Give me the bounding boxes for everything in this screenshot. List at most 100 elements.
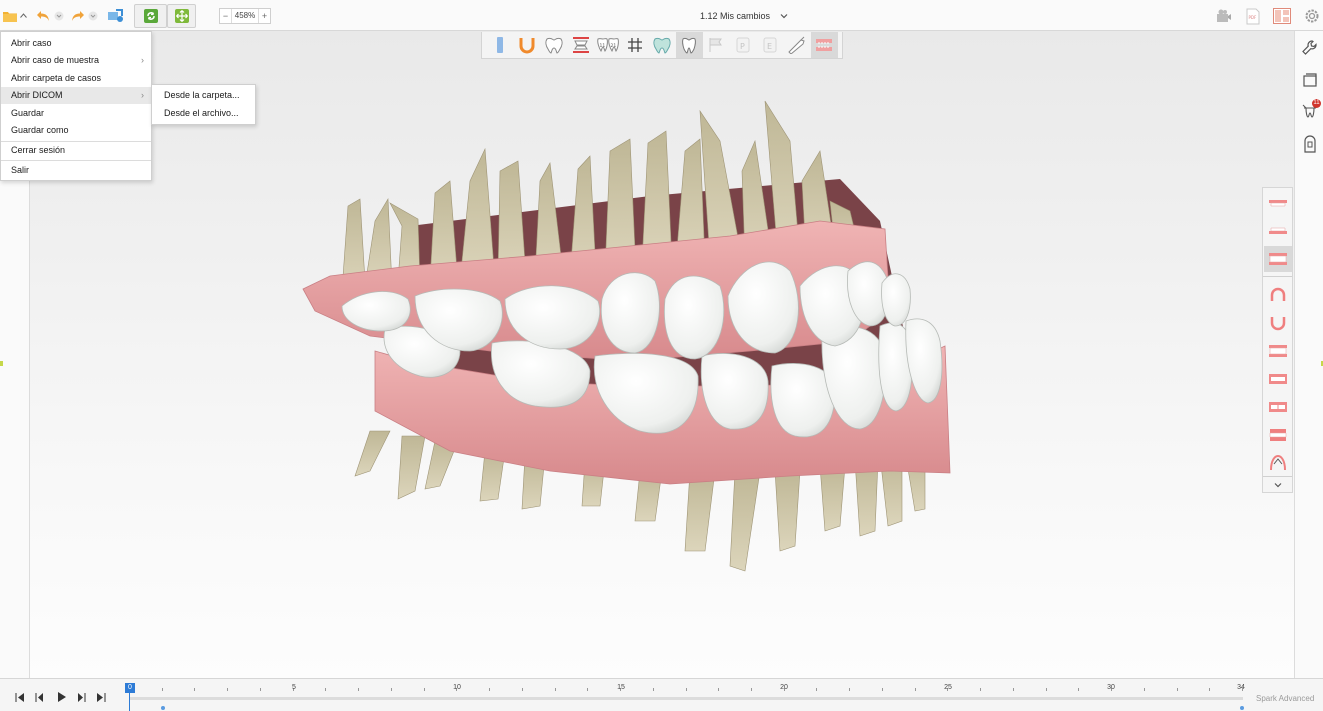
menu-item-guardar[interactable]: Guardar bbox=[1, 105, 151, 122]
menu-item-label: Salir bbox=[11, 165, 30, 175]
e-label: E bbox=[767, 42, 772, 51]
timeline-tick bbox=[980, 688, 982, 691]
menu-item-desde-archivo[interactable]: Desde el archivo... bbox=[152, 105, 255, 122]
menu-item-salir[interactable]: Salir bbox=[1, 162, 151, 179]
arch-icon[interactable] bbox=[513, 32, 540, 58]
molar-icon[interactable] bbox=[540, 32, 567, 58]
timeline-bar: 5 10 15 20 25 30 34 0 Spark Advanced bbox=[0, 678, 1323, 711]
timeline-tick bbox=[1078, 688, 1080, 691]
step-back-icon[interactable] bbox=[33, 691, 45, 703]
timeline-tick bbox=[521, 688, 523, 691]
zoom-in-button[interactable]: + bbox=[259, 11, 270, 21]
timeline-tick bbox=[881, 688, 883, 691]
occlusion-icon[interactable] bbox=[567, 32, 594, 58]
panel-divider bbox=[1263, 276, 1292, 277]
flag-icon[interactable] bbox=[703, 32, 730, 58]
dental-model[interactable] bbox=[30, 31, 1294, 678]
occlusal-view-icon[interactable] bbox=[1264, 450, 1292, 476]
chevron-down-icon bbox=[780, 14, 788, 19]
menu-item-label: Abrir DICOM bbox=[11, 90, 63, 100]
right-view-icon[interactable] bbox=[1264, 394, 1292, 420]
left-view-icon[interactable] bbox=[1264, 366, 1292, 392]
tooth-notes-icon[interactable]: 11 bbox=[1301, 99, 1321, 121]
layout-icon[interactable] bbox=[1272, 6, 1292, 26]
stage-marker[interactable] bbox=[161, 706, 165, 710]
zoom-out-button[interactable]: − bbox=[220, 11, 231, 21]
timeline-tick bbox=[1209, 688, 1211, 691]
timeline-label: 25 bbox=[944, 684, 952, 691]
both-jaws-icon[interactable] bbox=[1264, 246, 1292, 272]
timeline-tick bbox=[1143, 688, 1145, 691]
sync-icon[interactable] bbox=[106, 5, 126, 26]
refresh-model-button[interactable] bbox=[134, 4, 167, 28]
attachment-icon[interactable] bbox=[1301, 135, 1319, 153]
chevron-right-icon: › bbox=[141, 55, 144, 65]
tooth-icon[interactable] bbox=[675, 32, 703, 58]
transparency-icon[interactable] bbox=[648, 32, 675, 58]
skip-to-start-icon[interactable] bbox=[14, 691, 26, 703]
camera-icon[interactable] bbox=[1214, 6, 1234, 26]
zoom-value[interactable]: 458% bbox=[231, 9, 259, 23]
timeline-track[interactable] bbox=[129, 697, 1243, 700]
p-label: P bbox=[740, 42, 745, 51]
timeline-tick bbox=[1045, 688, 1047, 691]
redo-icon[interactable] bbox=[69, 5, 85, 26]
timeline-tick bbox=[1012, 688, 1014, 691]
pdf-icon[interactable]: PDF bbox=[1243, 6, 1263, 26]
grid-icon[interactable] bbox=[621, 32, 648, 58]
step-forward-icon[interactable] bbox=[76, 691, 88, 703]
settings-gear-icon[interactable] bbox=[1302, 6, 1322, 26]
center-model-button[interactable] bbox=[167, 4, 196, 28]
upper-jaw-icon[interactable] bbox=[1264, 190, 1292, 216]
jaw-view-panel bbox=[1262, 187, 1293, 493]
menu-item-abrir-caso[interactable]: Abrir caso bbox=[1, 35, 151, 52]
instrument-icon[interactable] bbox=[784, 32, 811, 58]
timeline-tick bbox=[718, 688, 720, 691]
undo-icon[interactable] bbox=[35, 5, 51, 26]
menu-item-cerrar-sesion[interactable]: Cerrar sesión bbox=[1, 142, 151, 159]
menu-item-label: Abrir caso bbox=[11, 38, 52, 48]
lower-jaw-icon[interactable] bbox=[1264, 218, 1292, 244]
pontic-icon[interactable]: P bbox=[730, 32, 757, 58]
tooth-color-icon[interactable] bbox=[486, 32, 513, 58]
menu-item-abrir-caso-muestra[interactable]: Abrir caso de muestra › bbox=[1, 52, 151, 69]
redo-dropdown-icon[interactable] bbox=[87, 5, 99, 26]
timeline-current-stage[interactable]: 0 bbox=[125, 683, 135, 693]
back-view-icon[interactable] bbox=[1264, 422, 1292, 448]
menu-item-label: Abrir caso de muestra bbox=[11, 55, 100, 65]
timeline-tick bbox=[849, 688, 851, 691]
lower-arch-icon[interactable] bbox=[1264, 310, 1292, 336]
menu-item-abrir-dicom[interactable]: Abrir DICOM › bbox=[1, 87, 151, 104]
timeline-label: 30 bbox=[1107, 684, 1115, 691]
menu-item-desde-carpeta[interactable]: Desde la carpeta... bbox=[152, 87, 255, 104]
3d-viewport[interactable] bbox=[30, 31, 1294, 678]
case-selector[interactable]: 1.12 Mis cambios bbox=[700, 11, 788, 21]
menu-item-abrir-carpeta[interactable]: Abrir carpeta de casos bbox=[1, 70, 151, 87]
chevron-up-icon[interactable] bbox=[19, 5, 27, 26]
move-arrows-icon bbox=[174, 9, 189, 23]
timeline-tick bbox=[554, 688, 556, 691]
skip-to-end-icon[interactable] bbox=[95, 691, 107, 703]
menu-item-label: Desde la carpeta... bbox=[164, 90, 240, 100]
menu-item-guardar-como[interactable]: Guardar como bbox=[1, 122, 151, 139]
menu-item-label: Abrir carpeta de casos bbox=[11, 73, 102, 83]
notification-badge: 11 bbox=[1312, 99, 1321, 108]
upper-arch-icon[interactable] bbox=[1264, 282, 1292, 308]
timeline-label: 20 bbox=[780, 684, 788, 691]
play-icon[interactable] bbox=[55, 691, 67, 703]
stage-marker[interactable] bbox=[1240, 706, 1244, 710]
wrench-icon[interactable] bbox=[1301, 39, 1319, 57]
tooth-numbering-icon[interactable]: 11 21 bbox=[594, 32, 621, 58]
cases-icon[interactable] bbox=[1301, 71, 1319, 89]
extraction-icon[interactable]: E bbox=[757, 32, 784, 58]
folder-icon[interactable] bbox=[3, 5, 17, 26]
timeline-tick bbox=[685, 688, 687, 691]
menu-item-label: Guardar como bbox=[11, 125, 69, 135]
undo-dropdown-icon[interactable] bbox=[53, 5, 65, 26]
jaw-view-icon[interactable] bbox=[810, 32, 839, 58]
chevron-down-icon[interactable] bbox=[1264, 477, 1292, 493]
dicom-submenu: Desde la carpeta... Desde el archivo... bbox=[151, 84, 256, 125]
timeline-tick bbox=[587, 688, 589, 691]
product-name: Spark Advanced bbox=[1256, 694, 1315, 703]
front-view-icon[interactable] bbox=[1264, 338, 1292, 364]
